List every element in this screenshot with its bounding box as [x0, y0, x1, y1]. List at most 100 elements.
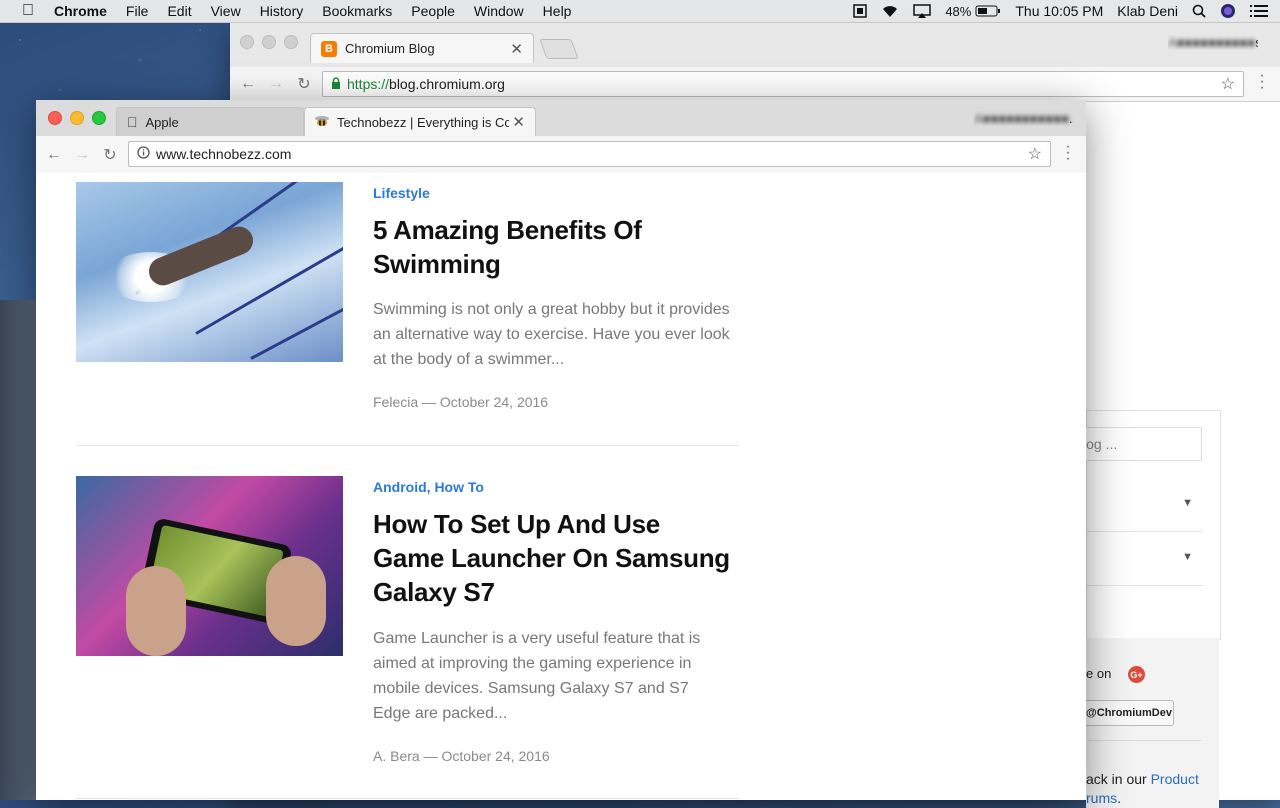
menu-bookmarks[interactable]: Bookmarks: [322, 3, 392, 19]
zoom-window-button[interactable]: [92, 111, 106, 125]
profile-button[interactable]: A■■■■■■■■■■s...: [1168, 35, 1258, 50]
blogger-favicon-icon: B: [321, 40, 337, 57]
chrome-menu-icon[interactable]: · · ·: [1060, 139, 1076, 167]
google-plus-icon[interactable]: G+: [1128, 666, 1145, 683]
tab-title: Apple: [135, 114, 179, 130]
address-bar[interactable]: www.technobezz.com ☆: [128, 141, 1051, 167]
profile-button[interactable]: A■■■■■■■■■■■...: [974, 111, 1074, 126]
apple-favicon-icon: : [127, 114, 138, 130]
menu-history[interactable]: History: [260, 3, 304, 19]
product-forum-link[interactable]: Product: [1151, 771, 1199, 787]
menu-clock[interactable]: Thu 10:05 PM: [1015, 3, 1103, 19]
url-host: blog.chromium.org: [389, 76, 505, 92]
category-link[interactable]: How To: [434, 479, 484, 495]
twitter-handle: @ChromiumDev: [1086, 707, 1172, 719]
tab-title: Chromium Blog: [345, 41, 435, 56]
post-excerpt: Game Launcher is a very useful feature t…: [373, 630, 701, 722]
post-categories: Android, How To: [373, 479, 484, 495]
notification-center-icon[interactable]: [1250, 4, 1268, 18]
url-scheme: https://: [347, 76, 390, 92]
post-meta: Felecia — October 24, 2016: [373, 394, 549, 410]
status-area: 48% Thu 10:05 PM Klab Deni: [853, 0, 1280, 22]
menu-view[interactable]: View: [211, 3, 241, 19]
front-window-controls: [48, 111, 106, 125]
siri-icon[interactable]: [1220, 3, 1236, 19]
follow-panel: e on G+ @ChromiumDev ack in our Product r…: [1084, 638, 1219, 808]
reload-icon[interactable]: ↻: [290, 74, 318, 94]
page-content: Lifestyle 5 Amazing Benefits Of Swimming…: [36, 173, 1086, 800]
minimize-window-button[interactable]: [70, 111, 84, 125]
post-thumbnail[interactable]: [76, 182, 343, 362]
post-card: Android, How To How To Set Up And Use Ga…: [76, 476, 739, 776]
divider: [76, 798, 739, 799]
chevron-down-icon: ▼: [1182, 551, 1193, 563]
apple-logo-icon[interactable]: : [18, 2, 38, 20]
tab-title: Technobezz | Everything is Co: [337, 114, 509, 130]
chrome-menu-icon[interactable]: · · ·: [1254, 68, 1270, 96]
tab-technobezz[interactable]: Technobezz | Everything is Co ✕: [304, 107, 536, 136]
menu-edit[interactable]: Edit: [167, 3, 191, 19]
bookmark-star-icon[interactable]: ☆: [1221, 74, 1235, 94]
feedback-prefix: ack in our: [1086, 771, 1151, 787]
back-tabstrip: B Chromium Blog ✕ A■■■■■■■■■■s...: [230, 23, 1280, 67]
post-category[interactable]: Lifestyle: [373, 185, 430, 201]
close-window-button[interactable]: [240, 35, 254, 49]
close-tab-icon[interactable]: ✕: [510, 40, 523, 58]
reload-icon[interactable]: ↻: [96, 145, 124, 165]
menu-user-name[interactable]: Klab Deni: [1117, 3, 1178, 19]
front-tabstrip:  Apple Technobezz | Everything is Co ✕ …: [36, 100, 1086, 136]
menu-window[interactable]: Window: [474, 3, 524, 19]
address-bar[interactable]: https://blog.chromium.org ☆: [322, 71, 1244, 97]
status-app-icon[interactable]: [853, 4, 868, 18]
technobezz-favicon-icon: [315, 116, 329, 128]
follow-text: e on: [1086, 666, 1112, 681]
url-text: www.technobezz.com: [156, 146, 292, 162]
blog-search-input[interactable]: log ...: [1078, 427, 1202, 461]
back-toolbar: ← → ↻ https://blog.chromium.org ☆ · · ·: [230, 67, 1280, 102]
post-title[interactable]: 5 Amazing Benefits Of Swimming: [373, 213, 733, 281]
feedback-suffix: .: [1117, 790, 1122, 806]
battery-percent[interactable]: 48%: [945, 4, 1001, 19]
spotlight-search-icon[interactable]: [1192, 4, 1206, 18]
menu-people[interactable]: People: [411, 3, 455, 19]
close-tab-icon[interactable]: ✕: [512, 113, 525, 131]
post-excerpt: Swimming is not only a great hobby but i…: [373, 301, 730, 368]
battery-icon: [975, 5, 1001, 17]
chevron-down-icon: ▼: [1182, 497, 1193, 509]
tab-apple[interactable]:  Apple: [116, 107, 304, 136]
info-icon[interactable]: [137, 146, 150, 162]
menu-file[interactable]: File: [126, 3, 149, 19]
forward-arrow-icon[interactable]: →: [262, 75, 290, 93]
feedback-text: ack in our Product rums.: [1086, 770, 1216, 808]
bookmark-star-icon[interactable]: ☆: [1028, 144, 1042, 164]
back-window-controls: [240, 35, 298, 49]
divider: [1086, 740, 1202, 741]
minimize-window-button[interactable]: [262, 35, 276, 49]
forums-link[interactable]: rums: [1086, 790, 1117, 806]
zoom-window-button[interactable]: [284, 35, 298, 49]
twitter-follow-button[interactable]: @ChromiumDev: [1084, 700, 1174, 726]
close-window-button[interactable]: [48, 111, 62, 125]
lock-icon: [331, 76, 341, 92]
battery-percent-text: 48%: [945, 3, 972, 19]
airplay-icon[interactable]: [913, 4, 932, 18]
back-arrow-icon[interactable]: ←: [234, 75, 262, 93]
menu-bar:  Chrome File Edit View History Bookmark…: [0, 0, 1280, 23]
category-link[interactable]: Android: [373, 479, 427, 495]
divider: [76, 445, 739, 446]
wifi-icon[interactable]: [881, 4, 899, 18]
labels-dropdown[interactable]: ▼: [1086, 531, 1203, 586]
new-tab-button[interactable]: [539, 39, 579, 59]
post-card: Lifestyle 5 Amazing Benefits Of Swimming…: [76, 182, 739, 422]
post-title[interactable]: How To Set Up And Use Game Launcher On S…: [373, 507, 733, 609]
post-meta: A. Bera — October 24, 2016: [373, 748, 550, 764]
back-arrow-icon[interactable]: ←: [40, 146, 68, 164]
forward-arrow-icon[interactable]: →: [68, 146, 96, 164]
menu-app-name[interactable]: Chrome: [54, 3, 107, 19]
category-link[interactable]: Lifestyle: [373, 185, 430, 201]
tab-chromium-blog[interactable]: B Chromium Blog ✕: [310, 33, 534, 63]
archive-dropdown[interactable]: ▼: [1086, 477, 1203, 532]
blog-search-placeholder: log ...: [1083, 436, 1118, 452]
post-thumbnail[interactable]: [76, 476, 343, 656]
menu-help[interactable]: Help: [543, 3, 572, 19]
